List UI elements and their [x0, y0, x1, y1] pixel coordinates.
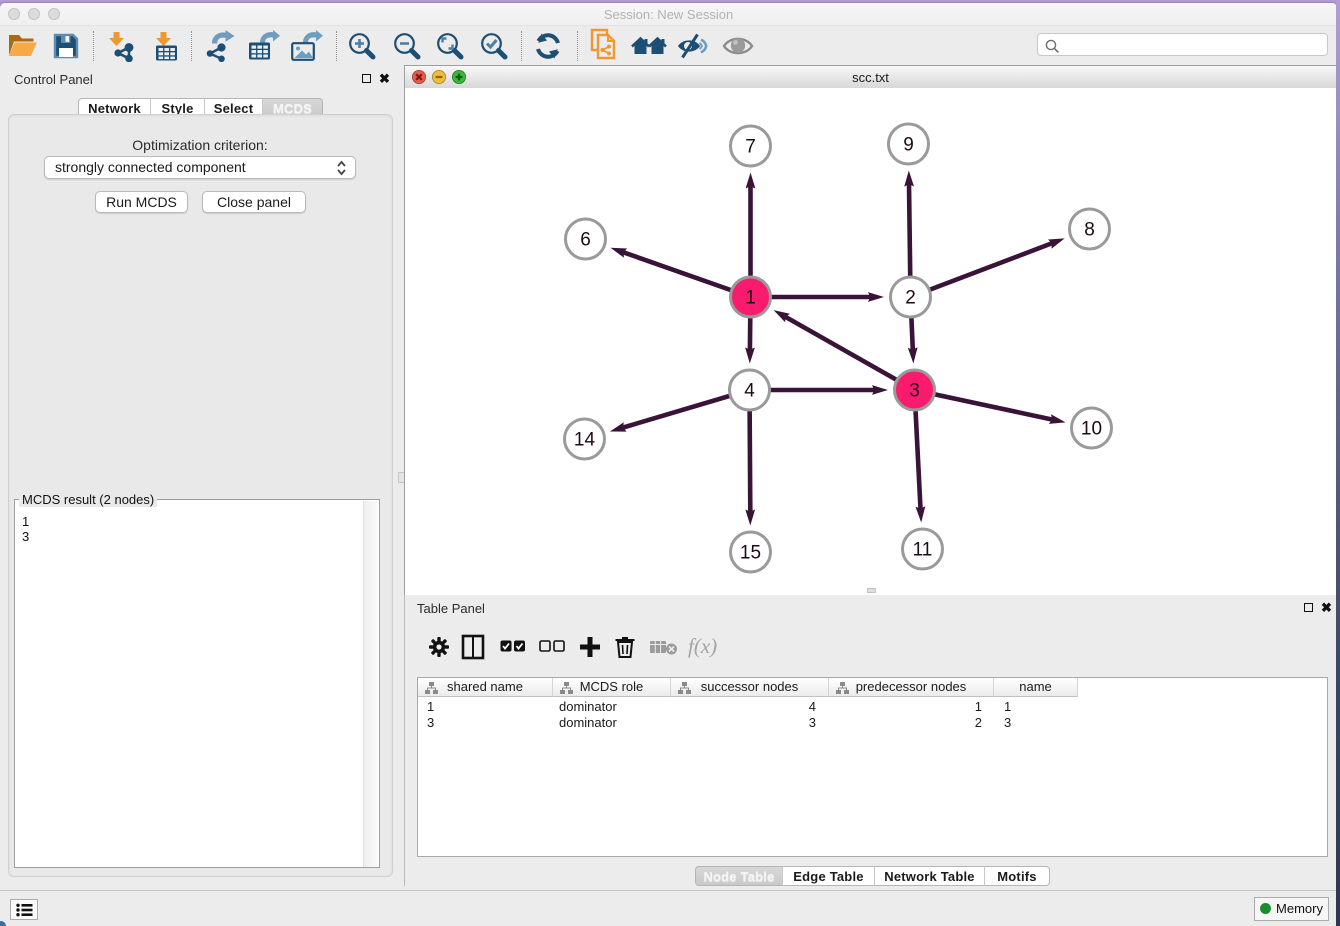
- svg-text:2: 2: [905, 288, 916, 309]
- svg-text:9: 9: [903, 135, 914, 156]
- svg-text:14: 14: [574, 430, 596, 451]
- svg-text:6: 6: [580, 230, 591, 251]
- svg-text:7: 7: [745, 137, 756, 158]
- svg-text:10: 10: [1081, 419, 1102, 440]
- svg-text:3: 3: [909, 381, 920, 402]
- svg-text:15: 15: [740, 543, 761, 564]
- svg-text:4: 4: [744, 381, 755, 402]
- svg-text:11: 11: [913, 540, 933, 561]
- svg-text:1: 1: [745, 288, 756, 309]
- svg-text:8: 8: [1084, 220, 1095, 241]
